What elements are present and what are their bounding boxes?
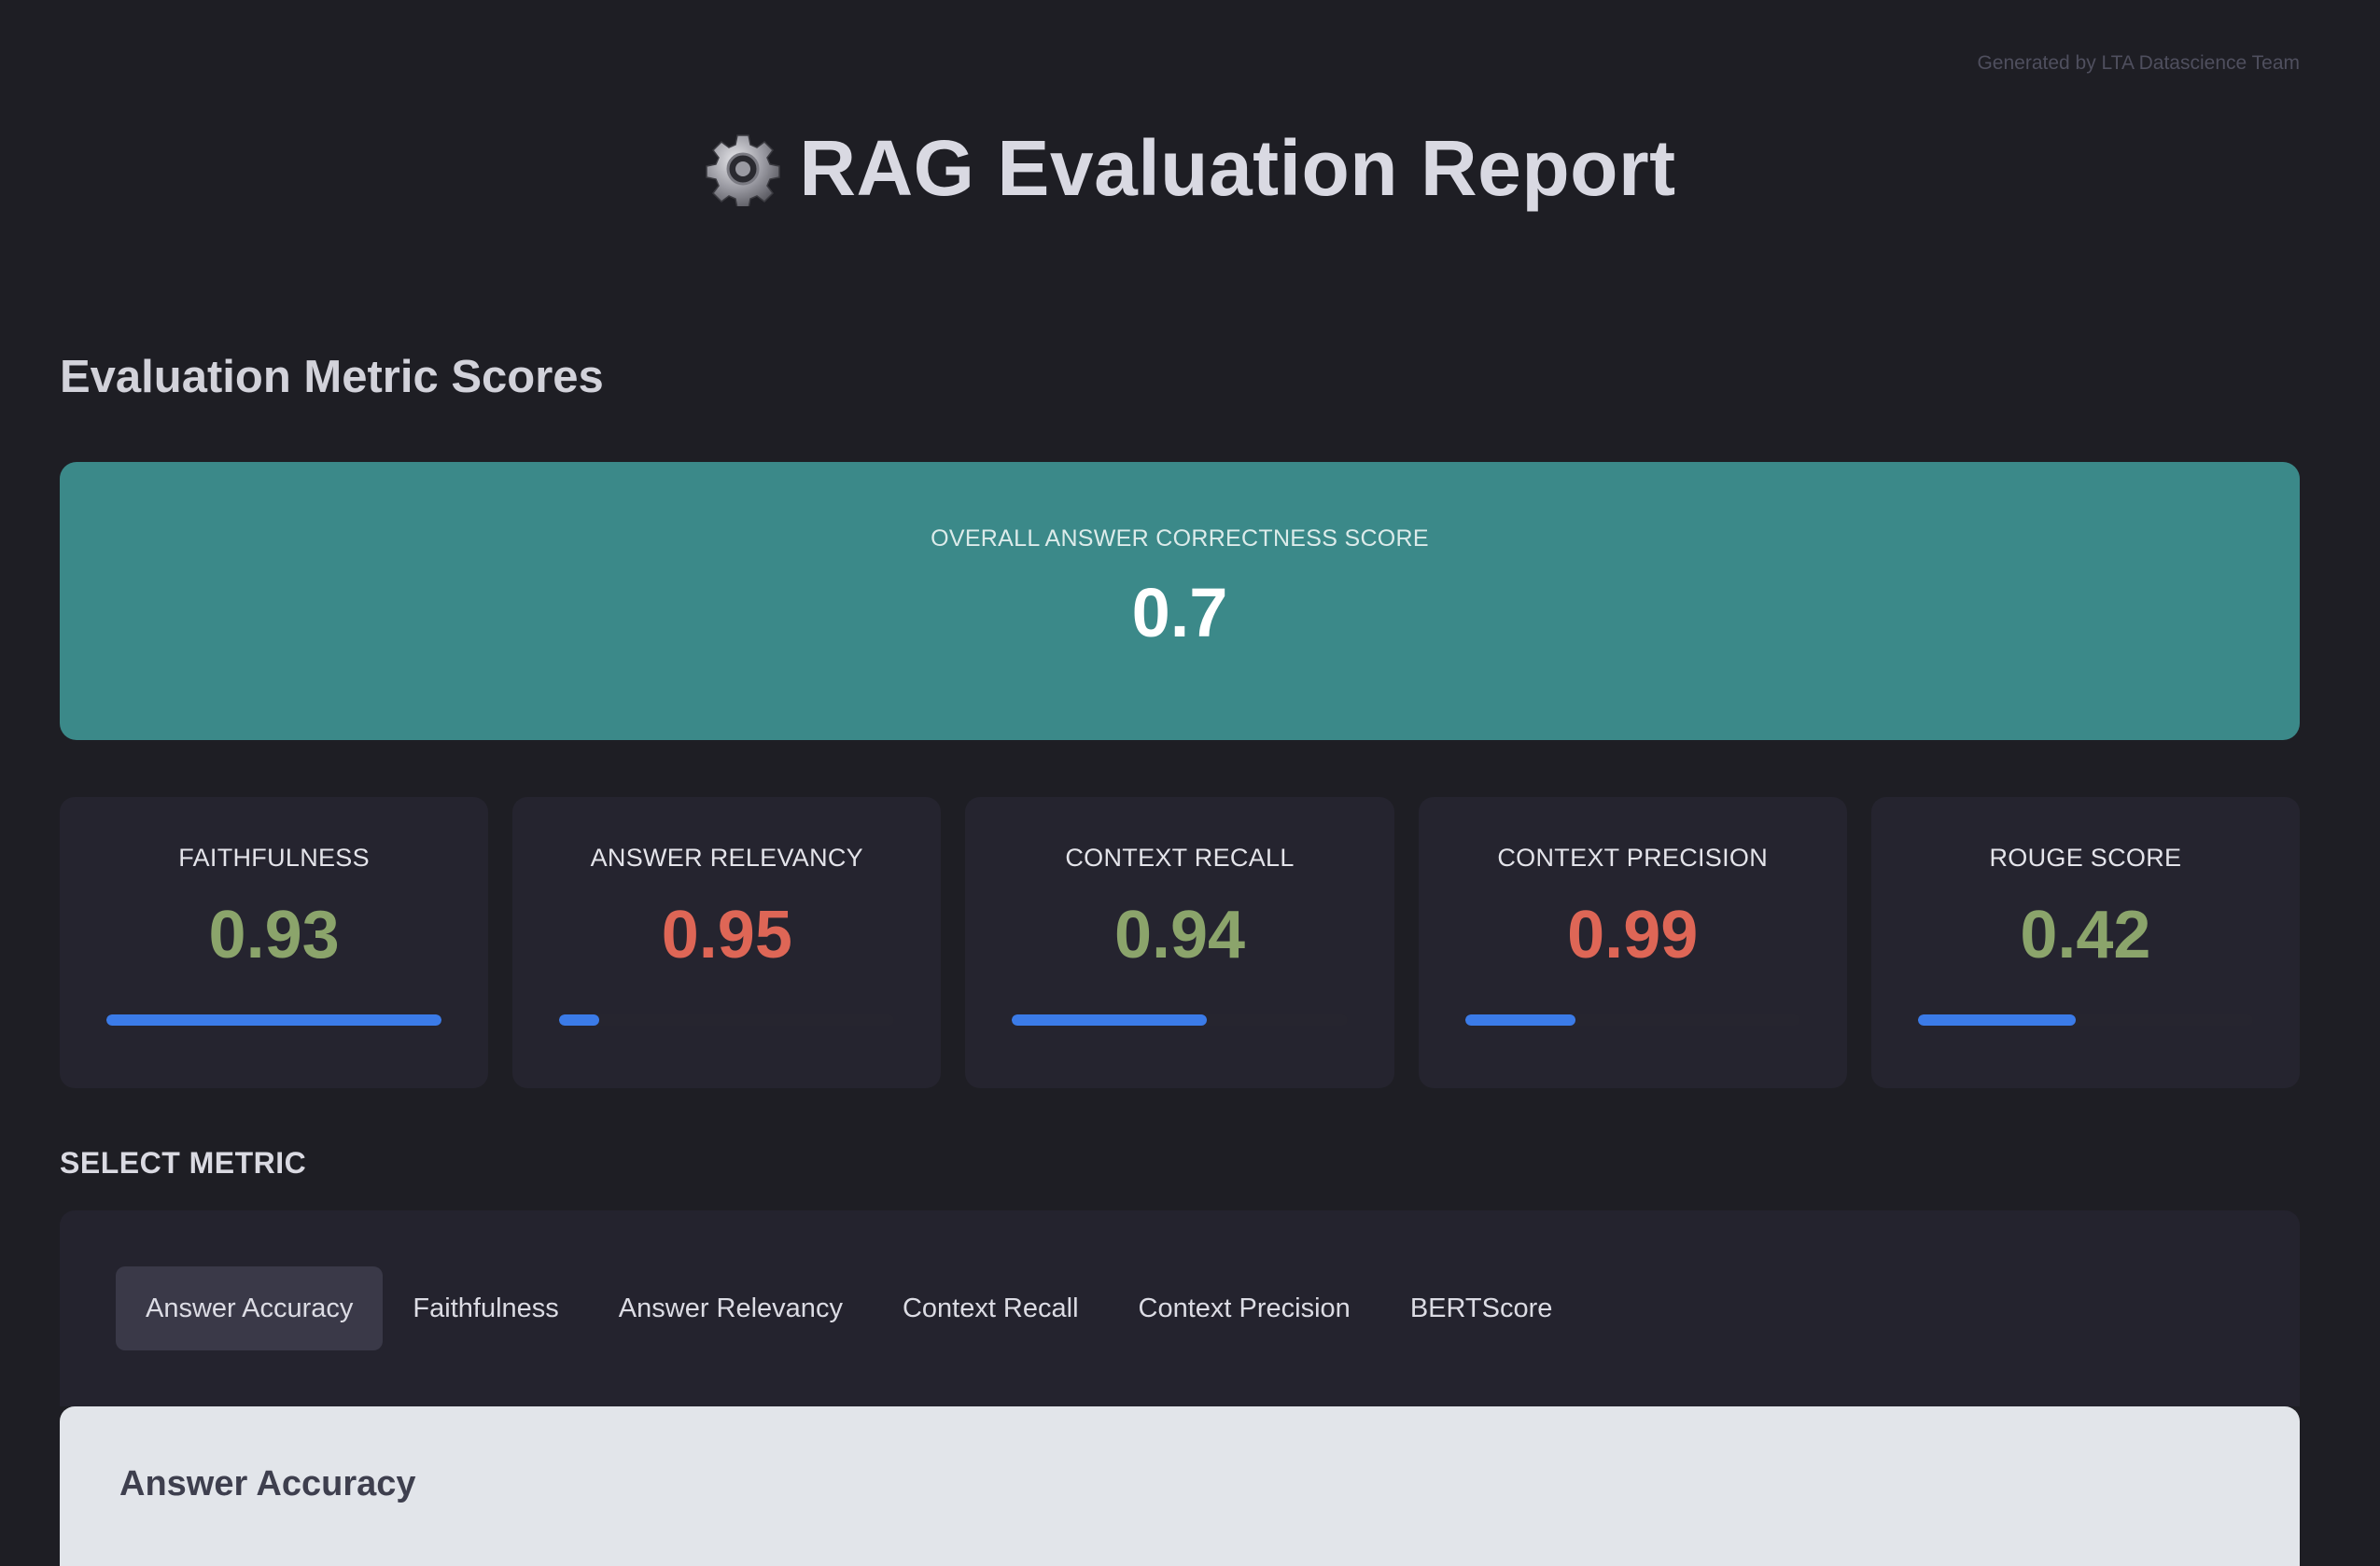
tab-context-recall[interactable]: Context Recall: [873, 1266, 1109, 1350]
content-title: Answer Accuracy: [119, 1464, 416, 1503]
metric-value: 0.95: [661, 898, 792, 972]
metric-progress-fill: [1917, 1014, 2076, 1026]
metric-label: FAITHFULNESS: [178, 844, 370, 872]
metric-tabs: Answer Accuracy Faithfulness Answer Rele…: [116, 1266, 1582, 1350]
metric-card-rouge-score: ROUGE SCORE 0.42: [1870, 797, 2301, 1088]
page-title: RAG Evaluation Report: [799, 124, 1676, 212]
metric-value: 0.42: [2020, 898, 2151, 972]
metric-label: CONTEXT RECALL: [1065, 844, 1295, 872]
metric-progress-track: [1464, 1014, 1800, 1026]
metric-card-faithfulness: FAITHFULNESS 0.93: [60, 797, 489, 1088]
overall-score-card: OVERALL ANSWER CORRECTNESS SCORE 0.7: [60, 462, 2300, 740]
metric-tabs-panel: Answer Accuracy Faithfulness Answer Rele…: [60, 1210, 2300, 1406]
metric-progress-track: [1917, 1014, 2254, 1026]
report-page: Generated by LTA Datascience Team RAG Ev…: [0, 0, 2380, 1566]
metric-progress-fill: [559, 1014, 600, 1026]
metric-content-panel: Answer Accuracy: [60, 1406, 2300, 1566]
metric-cards: FAITHFULNESS 0.93 ANSWER RELEVANCY 0.95 …: [60, 797, 2301, 1088]
scores-section-title: Evaluation Metric Scores: [60, 352, 604, 402]
select-metric-label: SELECT METRIC: [60, 1146, 307, 1180]
tab-answer-relevancy[interactable]: Answer Relevancy: [589, 1266, 873, 1350]
metric-value: 0.94: [1113, 898, 1246, 972]
credit-text: Generated by LTA Datascience Team: [1977, 52, 2300, 74]
metric-value: 0.99: [1567, 898, 1699, 972]
metric-label: ANSWER RELEVANCY: [590, 844, 863, 872]
metric-card-context-precision: CONTEXT PRECISION 0.99: [1418, 797, 1847, 1088]
metric-label: ROUGE SCORE: [1989, 844, 2182, 872]
overall-score-label: OVERALL ANSWER CORRECTNESS SCORE: [931, 525, 1429, 552]
metric-label: CONTEXT PRECISION: [1497, 844, 1769, 872]
tab-answer-accuracy[interactable]: Answer Accuracy: [116, 1266, 384, 1350]
metric-progress-track: [559, 1014, 895, 1026]
metric-progress-fill: [106, 1014, 442, 1026]
tab-context-precision[interactable]: Context Precision: [1109, 1266, 1380, 1350]
tab-faithfulness[interactable]: Faithfulness: [383, 1266, 588, 1350]
gear-icon: [704, 130, 782, 208]
metric-value: 0.93: [208, 898, 340, 972]
tab-bertscore[interactable]: BERTScore: [1380, 1266, 1583, 1350]
report-header: RAG Evaluation Report: [0, 123, 2380, 214]
metric-progress-track: [106, 1014, 442, 1026]
metric-progress-fill: [1012, 1014, 1207, 1026]
overall-score-value: 0.7: [1131, 574, 1228, 651]
metric-progress-track: [1012, 1014, 1348, 1026]
metric-card-context-recall: CONTEXT RECALL 0.94: [965, 797, 1394, 1088]
metric-card-answer-relevancy: ANSWER RELEVANCY 0.95: [512, 797, 942, 1088]
metric-progress-fill: [1464, 1014, 1576, 1026]
